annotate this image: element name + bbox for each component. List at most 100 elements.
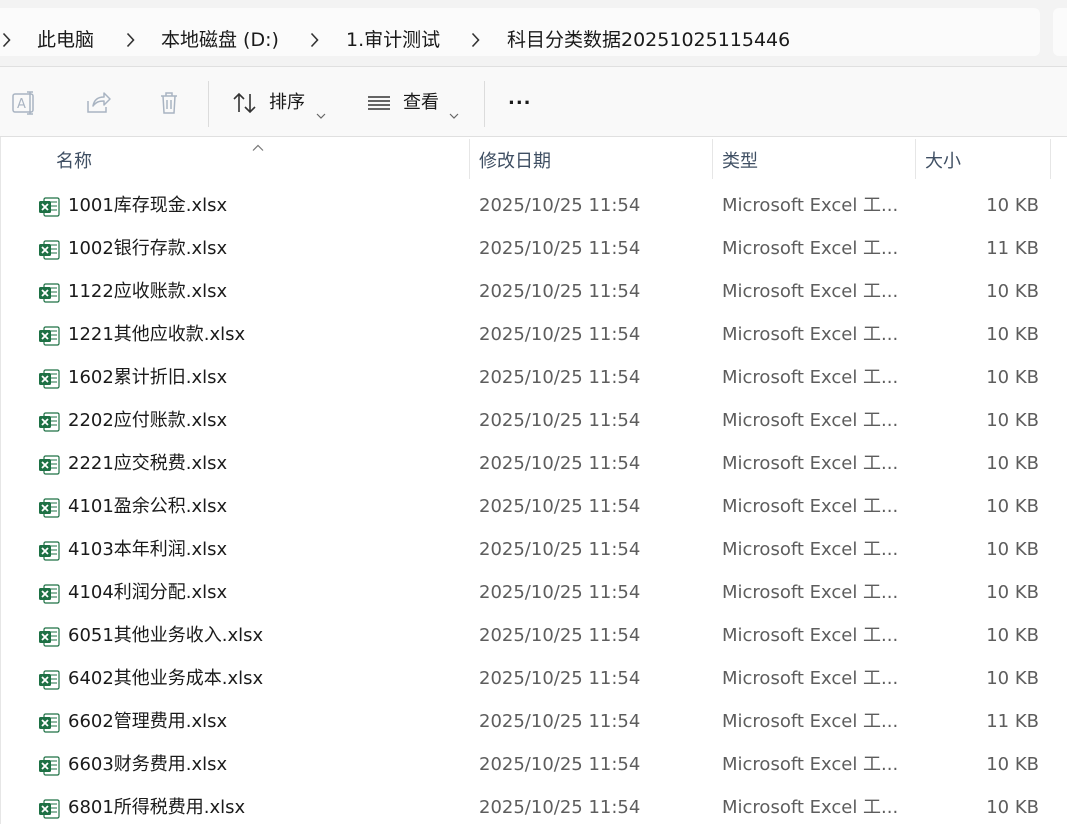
file-type: Microsoft Excel 工... <box>722 324 899 345</box>
excel-file-icon <box>38 798 60 820</box>
file-row[interactable]: 4104利润分配.xlsx 2025/10/25 11:54 Microsoft E… <box>0 572 1067 615</box>
file-name: 2202应付账款.xlsx <box>68 410 228 431</box>
breadcrumb-item-current-folder[interactable]: 科目分类数据20251025115446 <box>507 26 790 54</box>
file-type: Microsoft Excel 工... <box>722 496 899 517</box>
file-type: Microsoft Excel 工... <box>722 625 899 646</box>
excel-file-icon <box>38 411 60 433</box>
column-divider[interactable] <box>1050 139 1051 179</box>
toolbar-separator <box>484 81 485 127</box>
column-headers: 名称 修改日期 类型 大小 <box>0 137 1067 179</box>
file-row[interactable]: 4103本年利润.xlsx 2025/10/25 11:54 Microsoft E… <box>0 529 1067 572</box>
file-type: Microsoft Excel 工... <box>722 539 899 560</box>
file-size: 10 KB <box>986 539 1039 560</box>
file-size: 10 KB <box>986 668 1039 689</box>
file-size: 10 KB <box>986 367 1039 388</box>
excel-file-icon <box>38 497 60 519</box>
file-size: 10 KB <box>986 797 1039 818</box>
breadcrumb[interactable]: 此电脑 本地磁盘 (D:) 1.审计测试 科目分类数据2025102511544… <box>0 8 1040 56</box>
file-name: 1221其他应收款.xlsx <box>68 324 246 345</box>
toolbar-separator <box>208 81 209 127</box>
file-modified-date: 2025/10/25 11:54 <box>479 754 641 775</box>
excel-file-icon <box>38 282 60 304</box>
excel-file-icon <box>38 239 60 261</box>
breadcrumb-item-drive-d[interactable]: 本地磁盘 (D:) <box>161 26 279 54</box>
rename-icon[interactable]: A <box>11 89 39 117</box>
view-button[interactable]: 查看 <box>366 87 466 119</box>
sort-label: 排序 <box>269 92 305 113</box>
file-row[interactable]: 2202应付账款.xlsx 2025/10/25 11:54 Microsoft E… <box>0 400 1067 443</box>
column-header-size[interactable]: 大小 <box>925 147 961 173</box>
chevron-right-icon[interactable] <box>2 32 11 48</box>
file-type: Microsoft Excel 工... <box>722 410 899 431</box>
file-name: 6603财务费用.xlsx <box>68 754 228 775</box>
file-type: Microsoft Excel 工... <box>722 238 899 259</box>
breadcrumb-item-this-pc[interactable]: 此电脑 <box>37 26 94 54</box>
file-type: Microsoft Excel 工... <box>722 711 899 732</box>
file-type: Microsoft Excel 工... <box>722 453 899 474</box>
column-divider[interactable] <box>915 139 916 179</box>
search-box-edge[interactable] <box>1053 8 1067 56</box>
file-row[interactable]: 6603财务费用.xlsx 2025/10/25 11:54 Microsoft E… <box>0 744 1067 787</box>
file-row[interactable]: 1002银行存款.xlsx 2025/10/25 11:54 Microsoft E… <box>0 228 1067 271</box>
command-bar: A 排序 查看 ... <box>0 67 1067 137</box>
file-size: 10 KB <box>986 410 1039 431</box>
file-size: 11 KB <box>986 238 1039 259</box>
column-header-name[interactable]: 名称 <box>56 147 92 173</box>
file-size: 10 KB <box>986 281 1039 302</box>
file-size: 10 KB <box>986 496 1039 517</box>
file-name: 1122应收账款.xlsx <box>68 281 228 302</box>
column-header-date[interactable]: 修改日期 <box>479 147 551 173</box>
file-modified-date: 2025/10/25 11:54 <box>479 496 641 517</box>
file-name: 4103本年利润.xlsx <box>68 539 228 560</box>
file-name: 4104利润分配.xlsx <box>68 582 228 603</box>
column-header-type[interactable]: 类型 <box>722 147 758 173</box>
file-type: Microsoft Excel 工... <box>722 281 899 302</box>
more-options-button[interactable]: ... <box>508 87 538 119</box>
file-modified-date: 2025/10/25 11:54 <box>479 281 641 302</box>
file-row[interactable]: 1122应收账款.xlsx 2025/10/25 11:54 Microsoft E… <box>0 271 1067 314</box>
excel-file-icon <box>38 196 60 218</box>
file-modified-date: 2025/10/25 11:54 <box>479 625 641 646</box>
file-size: 10 KB <box>986 582 1039 603</box>
file-row[interactable]: 6051其他业务收入.xlsx 2025/10/25 11:54 Microsoft… <box>0 615 1067 658</box>
file-size: 10 KB <box>986 625 1039 646</box>
file-type: Microsoft Excel 工... <box>722 195 899 216</box>
share-icon[interactable] <box>84 89 112 117</box>
breadcrumb-item-audit-test[interactable]: 1.审计测试 <box>346 26 440 54</box>
file-modified-date: 2025/10/25 11:54 <box>479 797 641 818</box>
svg-text:A: A <box>17 97 26 112</box>
file-name: 1002银行存款.xlsx <box>68 238 228 259</box>
file-size: 10 KB <box>986 754 1039 775</box>
file-name: 6402其他业务成本.xlsx <box>68 668 264 689</box>
file-type: Microsoft Excel 工... <box>722 668 899 689</box>
excel-file-icon <box>38 325 60 347</box>
sort-ascending-icon <box>252 137 264 156</box>
chevron-right-icon[interactable] <box>471 32 480 48</box>
excel-file-icon <box>38 454 60 476</box>
file-row[interactable]: 6402其他业务成本.xlsx 2025/10/25 11:54 Microsoft… <box>0 658 1067 701</box>
file-name: 6051其他业务收入.xlsx <box>68 625 264 646</box>
file-name: 6602管理费用.xlsx <box>68 711 228 732</box>
file-modified-date: 2025/10/25 11:54 <box>479 410 641 431</box>
excel-file-icon <box>38 540 60 562</box>
file-row[interactable]: 1221其他应收款.xlsx 2025/10/25 11:54 Microsoft … <box>0 314 1067 357</box>
file-type: Microsoft Excel 工... <box>722 367 899 388</box>
file-row[interactable]: 1602累计折旧.xlsx 2025/10/25 11:54 Microsoft E… <box>0 357 1067 400</box>
excel-file-icon <box>38 583 60 605</box>
delete-icon[interactable] <box>155 89 183 117</box>
sort-button[interactable]: 排序 <box>230 87 330 119</box>
chevron-right-icon[interactable] <box>126 32 135 48</box>
address-bar: 此电脑 本地磁盘 (D:) 1.审计测试 科目分类数据2025102511544… <box>0 0 1067 66</box>
view-label: 查看 <box>403 92 439 113</box>
file-row[interactable]: 2221应交税费.xlsx 2025/10/25 11:54 Microsoft E… <box>0 443 1067 486</box>
column-divider[interactable] <box>712 139 713 179</box>
view-icon <box>366 91 392 126</box>
excel-file-icon <box>38 669 60 691</box>
file-modified-date: 2025/10/25 11:54 <box>479 453 641 474</box>
file-size: 10 KB <box>986 324 1039 345</box>
file-row[interactable]: 4101盈余公积.xlsx 2025/10/25 11:54 Microsoft E… <box>0 486 1067 529</box>
file-row[interactable]: 1001库存现金.xlsx 2025/10/25 11:54 Microsoft E… <box>0 185 1067 228</box>
column-divider[interactable] <box>469 139 470 179</box>
file-row[interactable]: 6602管理费用.xlsx 2025/10/25 11:54 Microsoft E… <box>0 701 1067 744</box>
chevron-right-icon[interactable] <box>310 32 319 48</box>
